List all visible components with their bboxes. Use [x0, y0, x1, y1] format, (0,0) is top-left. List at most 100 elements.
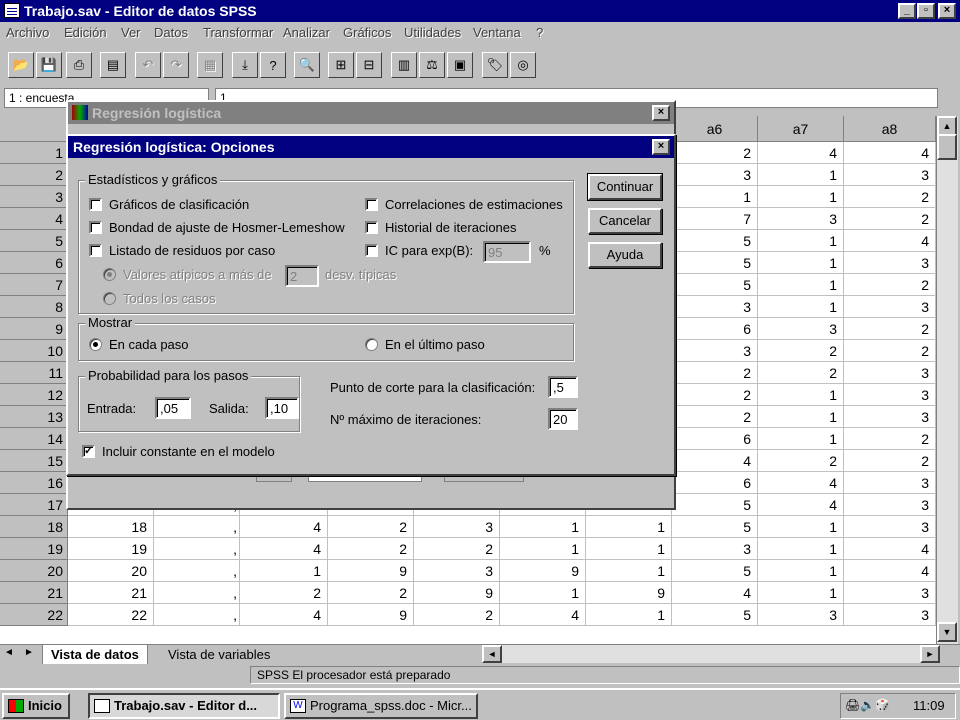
grid-corner[interactable]	[0, 116, 68, 142]
menu-utilidades[interactable]: Utilidades	[404, 25, 461, 40]
data-cell[interactable]: 2	[672, 142, 758, 164]
tab-last-icon[interactable]: ►	[24, 647, 34, 658]
data-cell[interactable]: 4	[672, 582, 758, 604]
scroll-thumb[interactable]	[937, 134, 957, 160]
data-cell[interactable]: 1	[758, 560, 844, 582]
data-cell[interactable]: 3	[672, 296, 758, 318]
weight-cases-icon[interactable]: ⚖	[419, 52, 445, 78]
continue-button[interactable]: Continuar	[587, 173, 663, 201]
data-cell[interactable]: 3	[844, 472, 936, 494]
data-cell[interactable]: 2	[672, 384, 758, 406]
data-cell[interactable]: 1	[586, 560, 672, 582]
save-icon[interactable]: 💾	[36, 52, 62, 78]
data-cell[interactable]: 3	[844, 164, 936, 186]
data-cell[interactable]: 2	[844, 428, 936, 450]
row-header[interactable]: 11	[0, 362, 68, 384]
row-header[interactable]: 22	[0, 604, 68, 626]
dialog-back-close-button[interactable]: ×	[652, 105, 670, 121]
print-icon[interactable]: ⎙	[66, 52, 92, 78]
data-cell[interactable]: 2	[844, 340, 936, 362]
data-cell[interactable]: 4	[758, 494, 844, 516]
entry-field[interactable]: ,05	[155, 397, 191, 419]
data-cell[interactable]: 3	[758, 318, 844, 340]
data-cell[interactable]: 9	[500, 560, 586, 582]
hscroll-right-icon[interactable]: ►	[920, 645, 940, 663]
data-cell[interactable]: 4	[500, 604, 586, 626]
data-cell[interactable]: 1	[758, 406, 844, 428]
data-cell[interactable]: ,	[154, 538, 240, 560]
taskbar-item-spss[interactable]: Trabajo.sav - Editor d...	[88, 693, 280, 719]
data-cell[interactable]: 5	[672, 494, 758, 516]
data-cell[interactable]: 6	[672, 428, 758, 450]
data-cell[interactable]: 5	[672, 230, 758, 252]
data-cell[interactable]: 4	[844, 230, 936, 252]
data-cell[interactable]: 1	[758, 230, 844, 252]
data-cell[interactable]: 4	[758, 142, 844, 164]
dialog-recall-icon[interactable]: ▤	[100, 52, 126, 78]
data-cell[interactable]: 3	[844, 582, 936, 604]
column-header[interactable]: a6	[672, 116, 758, 142]
minimize-button[interactable]: _	[898, 3, 916, 19]
data-cell[interactable]: 1	[586, 538, 672, 560]
data-cell[interactable]: 1	[586, 516, 672, 538]
row-header[interactable]: 3	[0, 186, 68, 208]
insert-case-icon[interactable]: ⊞	[328, 52, 354, 78]
data-cell[interactable]: 2	[758, 450, 844, 472]
data-cell[interactable]: 5	[672, 516, 758, 538]
data-cell[interactable]: 1	[758, 274, 844, 296]
taskbar-item-word[interactable]: W Programa_spss.doc - Micr...	[284, 693, 478, 719]
tab-data-view[interactable]: Vista de datos	[42, 645, 148, 665]
goto-chart-icon[interactable]: ▦	[197, 52, 223, 78]
scroll-up-icon[interactable]: ▲	[937, 116, 957, 136]
row-header[interactable]: 15	[0, 450, 68, 472]
redo-icon[interactable]: ↷	[163, 52, 189, 78]
data-cell[interactable]: 4	[240, 538, 328, 560]
data-cell[interactable]: 20	[68, 560, 154, 582]
data-cell[interactable]: 3	[844, 252, 936, 274]
menu-ver[interactable]: Ver	[121, 25, 141, 40]
data-cell[interactable]: 2	[844, 318, 936, 340]
max-iterations-field[interactable]: 20	[548, 408, 578, 430]
menu-archivo[interactable]: Archivo	[6, 25, 49, 40]
data-cell[interactable]: 2	[240, 582, 328, 604]
removal-field[interactable]: ,10	[265, 397, 299, 419]
data-cell[interactable]: 18	[68, 516, 154, 538]
split-file-icon[interactable]: ▥	[391, 52, 417, 78]
column-header[interactable]: a8	[844, 116, 936, 142]
data-cell[interactable]: 1	[500, 516, 586, 538]
data-cell[interactable]: 19	[68, 538, 154, 560]
data-cell[interactable]: 9	[328, 560, 414, 582]
data-cell[interactable]: 3	[672, 164, 758, 186]
undo-icon[interactable]: ↶	[135, 52, 161, 78]
menu-transformar[interactable]: Transformar	[203, 25, 273, 40]
vertical-scrollbar[interactable]: ▲ ▼	[936, 116, 958, 644]
data-cell[interactable]: 2	[328, 538, 414, 560]
data-cell[interactable]: 3	[758, 604, 844, 626]
data-cell[interactable]: 4	[240, 604, 328, 626]
data-cell[interactable]: 4	[844, 142, 936, 164]
tab-variable-view[interactable]: Vista de variables	[160, 645, 279, 665]
data-cell[interactable]: 3	[844, 494, 936, 516]
row-header[interactable]: 6	[0, 252, 68, 274]
data-cell[interactable]: 1	[758, 186, 844, 208]
data-cell[interactable]: 2	[328, 582, 414, 604]
data-cell[interactable]: 9	[586, 582, 672, 604]
data-cell[interactable]: 1	[500, 582, 586, 604]
tab-first-icon[interactable]: ◄	[4, 647, 14, 658]
row-header[interactable]: 5	[0, 230, 68, 252]
row-header[interactable]: 19	[0, 538, 68, 560]
data-cell[interactable]: 4	[844, 538, 936, 560]
data-cell[interactable]: 3	[844, 362, 936, 384]
value-labels-icon[interactable]: 🏷	[482, 52, 508, 78]
menu-edicion[interactable]: Edición	[64, 25, 107, 40]
data-cell[interactable]: 5	[672, 604, 758, 626]
data-cell[interactable]: 4	[240, 516, 328, 538]
scroll-down-icon[interactable]: ▼	[937, 622, 957, 642]
outliers-sd-field[interactable]: 2	[285, 265, 319, 287]
data-cell[interactable]: ,	[154, 582, 240, 604]
data-cell[interactable]: 1	[586, 604, 672, 626]
data-cell[interactable]: 2	[758, 362, 844, 384]
row-header[interactable]: 4	[0, 208, 68, 230]
row-header[interactable]: 20	[0, 560, 68, 582]
data-cell[interactable]: 3	[844, 296, 936, 318]
